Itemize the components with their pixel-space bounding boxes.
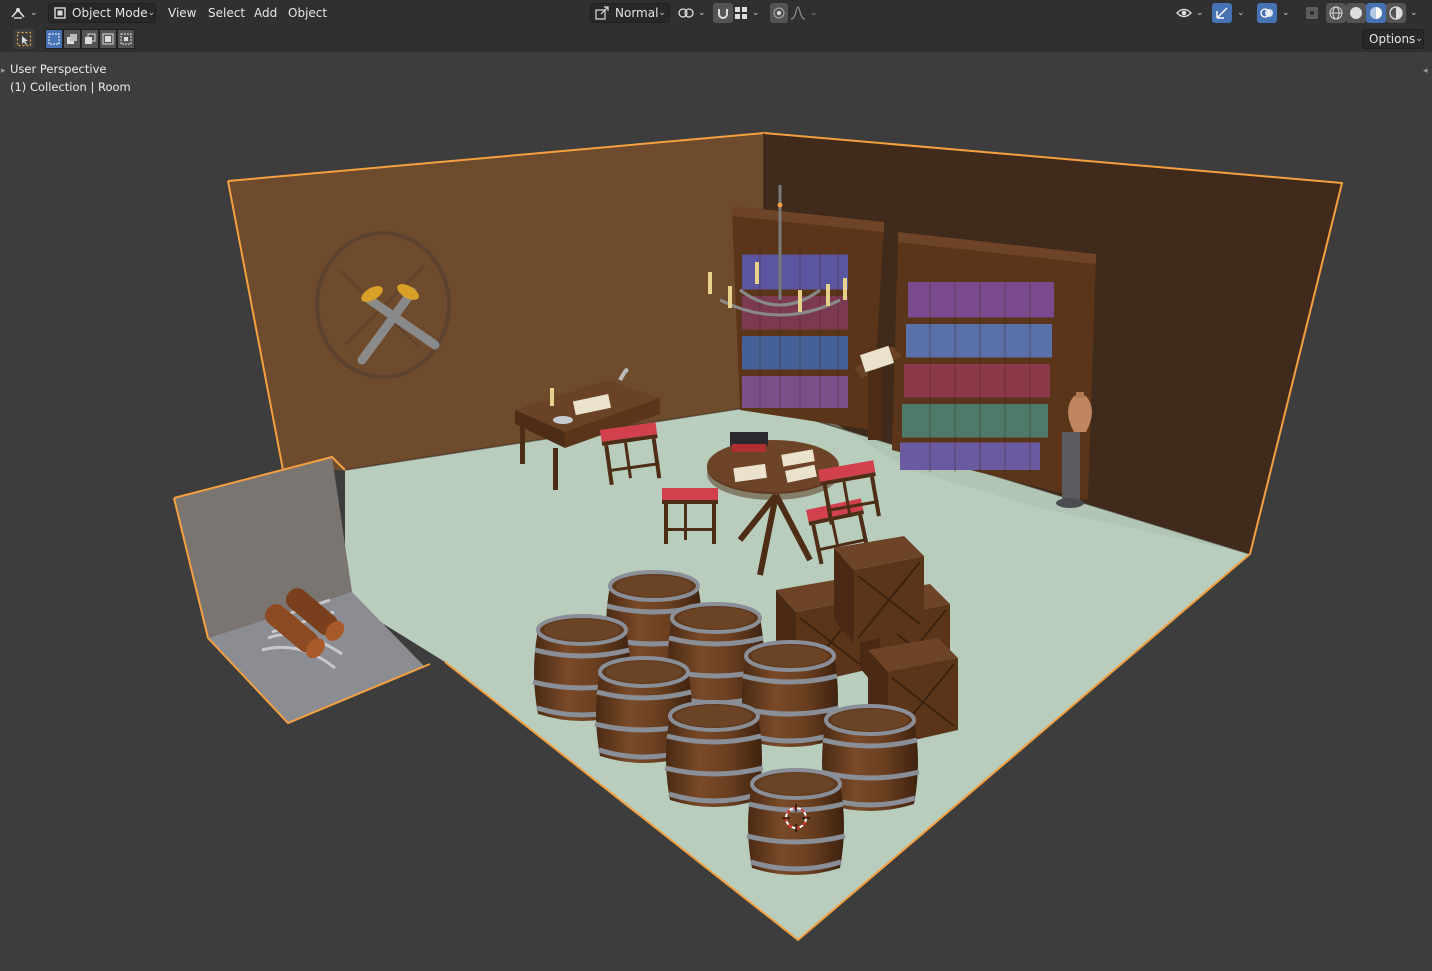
toolbar-expand-icon[interactable]: ▸ [1, 66, 6, 76]
crate[interactable] [833, 535, 925, 645]
scene-render[interactable] [0, 0, 1432, 971]
barrel[interactable] [665, 702, 763, 807]
perspective-label: User Perspective [10, 62, 107, 76]
blender-window: ⌄ Object Mode ⌄ View Select Add Object N… [0, 0, 1432, 971]
collection-label: (1) Collection | Room [10, 80, 131, 94]
bookshelf-left[interactable] [732, 206, 884, 430]
barrel[interactable] [747, 770, 845, 875]
sidebar-expand-icon[interactable]: ◂ [1423, 66, 1428, 76]
